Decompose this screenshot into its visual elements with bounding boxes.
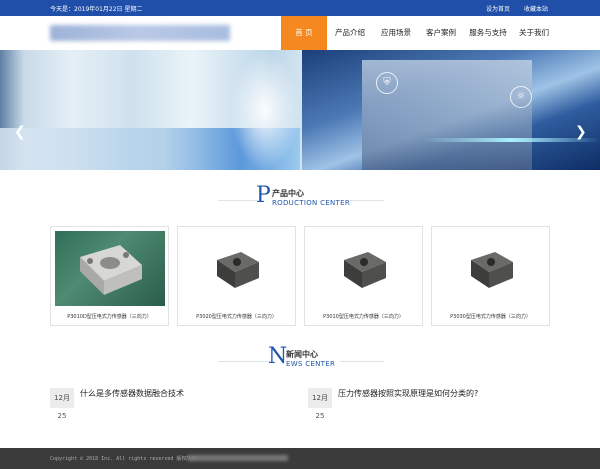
top-links: 设为首页 收藏本站 bbox=[486, 4, 548, 13]
nav-service[interactable]: 服务与支持 bbox=[463, 16, 513, 50]
product-image[interactable] bbox=[182, 231, 292, 306]
current-date: 今天是：2019年01月22日 星期二 bbox=[50, 6, 143, 13]
title-big-letter: N bbox=[268, 344, 288, 369]
product-name[interactable]: P3030型压电式力传感器（三向力） bbox=[432, 313, 549, 320]
copyright-text: Copyright © 2018 Inc. All rights reserve… bbox=[50, 456, 200, 462]
news-title[interactable]: 压力传感器按照实现原理是如何分类的? bbox=[338, 388, 478, 399]
bookmark-link[interactable]: 收藏本站 bbox=[524, 4, 548, 13]
banner-light-line bbox=[422, 138, 600, 142]
chevron-right-icon[interactable]: ❯ bbox=[575, 124, 587, 140]
nav-about[interactable]: 关于我们 bbox=[513, 16, 555, 50]
news-item[interactable]: 12月 25 什么是多传感器数据融合技术 bbox=[50, 388, 290, 428]
title-big-letter: P bbox=[256, 183, 271, 208]
product-name[interactable]: P3010型压电式力传感器（三向力） bbox=[305, 313, 422, 320]
news-title[interactable]: 什么是多传感器数据融合技术 bbox=[80, 388, 184, 399]
title-en: EWS CENTER bbox=[286, 360, 336, 368]
site-footer: Copyright © 2018 Inc. All rights reserve… bbox=[0, 448, 600, 469]
title-cn: 产品中心 bbox=[272, 189, 304, 198]
lightbulb-icon: ☼ bbox=[510, 86, 532, 108]
news-section-title: N 新闻中心 EWS CENTER bbox=[0, 344, 600, 372]
nav-cases[interactable]: 客户案例 bbox=[419, 16, 463, 50]
product-name[interactable]: P3020型压电式力传感器（三向力） bbox=[178, 313, 295, 320]
news-month: 12月 bbox=[308, 388, 332, 408]
product-card[interactable]: P3010D型压电式力传感器（三向力） bbox=[50, 226, 169, 326]
banner-glow bbox=[230, 50, 300, 170]
title-divider-left bbox=[218, 361, 270, 362]
products-section-title: P 产品中心 RODUCTION CENTER bbox=[0, 183, 600, 211]
title-divider-right bbox=[350, 200, 384, 201]
nav-products[interactable]: 产品介绍 bbox=[327, 16, 373, 50]
news-month: 12月 bbox=[50, 388, 74, 408]
title-divider-right bbox=[340, 361, 384, 362]
hero-banner[interactable]: ⛨ ☼ bbox=[0, 50, 600, 170]
redacted-owner bbox=[188, 455, 288, 461]
news-list: 12月 25 什么是多传感器数据融合技术 12月 25 压力传感器按照实现原理是… bbox=[50, 388, 550, 428]
title-cn: 新闻中心 bbox=[286, 350, 318, 359]
product-list: P3010D型压电式力传感器（三向力） P3020型压电式力传感器（三向力） P… bbox=[50, 226, 550, 326]
shield-icon: ⛨ bbox=[376, 72, 398, 94]
nav-applications[interactable]: 应用场景 bbox=[373, 16, 419, 50]
news-day: 25 bbox=[57, 412, 67, 420]
news-item[interactable]: 12月 25 压力传感器按照实现原理是如何分类的? bbox=[308, 388, 548, 428]
top-bar: 今天是：2019年01月22日 星期二 设为首页 收藏本站 bbox=[0, 0, 600, 16]
product-image[interactable] bbox=[309, 231, 419, 306]
product-name[interactable]: P3010D型压电式力传感器（三向力） bbox=[51, 313, 168, 320]
banner-machine-photo: ⛨ ☼ bbox=[302, 50, 600, 170]
product-card[interactable]: P3030型压电式力传感器（三向力） bbox=[431, 226, 550, 326]
site-header: 首 页 产品介绍 应用场景 客户案例 服务与支持 关于我们 bbox=[0, 16, 600, 50]
company-logo[interactable] bbox=[50, 25, 230, 41]
product-card[interactable]: P3020型压电式力传感器（三向力） bbox=[177, 226, 296, 326]
chevron-left-icon[interactable]: ❮ bbox=[14, 124, 26, 140]
product-image[interactable] bbox=[55, 231, 165, 306]
product-card[interactable]: P3010型压电式力传感器（三向力） bbox=[304, 226, 423, 326]
nav-home[interactable]: 首 页 bbox=[281, 16, 327, 50]
main-nav: 首 页 产品介绍 应用场景 客户案例 服务与支持 关于我们 bbox=[281, 16, 555, 50]
title-divider-left bbox=[218, 200, 258, 201]
news-day: 25 bbox=[315, 412, 325, 420]
title-en: RODUCTION CENTER bbox=[272, 199, 350, 207]
product-image[interactable] bbox=[436, 231, 546, 306]
set-homepage-link[interactable]: 设为首页 bbox=[486, 4, 510, 13]
